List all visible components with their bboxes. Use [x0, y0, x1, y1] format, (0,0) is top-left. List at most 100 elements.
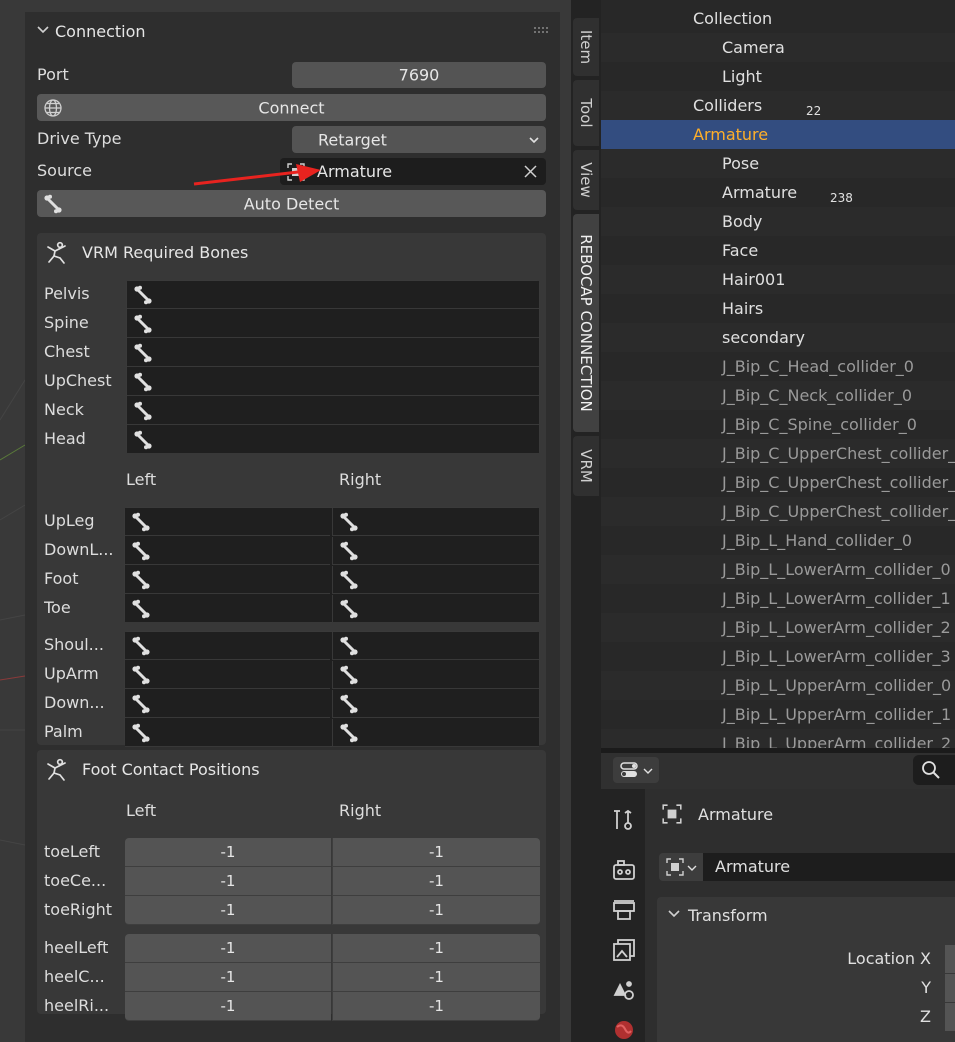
left-bone-field[interactable] [125, 595, 330, 623]
outliner-row[interactable]: J_Bip_L_UpperArm_collider_2 [601, 729, 955, 748]
left-bone-field[interactable] [125, 690, 330, 718]
outliner-row[interactable]: J_Bip_L_UpperArm_collider_1 [601, 700, 955, 729]
port-field[interactable]: 7690 [292, 62, 546, 88]
outliner-row[interactable]: J_Bip_L_LowerArm_collider_0 [601, 555, 955, 584]
outliner-row[interactable]: J_Bip_L_UpperArm_collider_0 [601, 671, 955, 700]
auto-detect-button[interactable]: Auto Detect [37, 190, 546, 217]
bone-field[interactable] [127, 397, 539, 425]
tab-item[interactable]: Item [573, 18, 599, 76]
location-z-field[interactable] [945, 1003, 955, 1031]
left-bone-field[interactable] [125, 661, 330, 689]
collapse-triangle-icon[interactable] [639, 128, 651, 140]
expand-triangle-icon[interactable] [668, 186, 680, 198]
object-browse-button[interactable] [659, 853, 703, 881]
expand-triangle-icon[interactable] [668, 41, 680, 53]
collapse-triangle-icon[interactable] [639, 12, 651, 24]
outliner-row[interactable]: J_Bip_L_LowerArm_collider_2 [601, 613, 955, 642]
outliner-row[interactable]: Colliders 22 [601, 91, 955, 120]
view-layer-properties-icon[interactable] [611, 937, 637, 963]
tab-rebocap-connection[interactable]: REBOCAP CONNECTION [573, 214, 599, 432]
location-y-field[interactable] [945, 974, 955, 1002]
tab-view[interactable]: View [573, 150, 599, 210]
left-bone-field[interactable] [125, 719, 330, 747]
camera-data-icon[interactable] [813, 36, 843, 60]
right-value-field[interactable]: -1 [332, 838, 540, 867]
outliner-row[interactable]: Armature [601, 120, 955, 149]
outliner-row[interactable]: Hairs [601, 294, 955, 323]
left-bone-field[interactable] [125, 632, 330, 660]
expand-triangle-icon[interactable] [668, 273, 680, 285]
bone-field[interactable] [127, 310, 539, 338]
tool-settings-icon[interactable] [611, 807, 637, 833]
outliner-row[interactable]: J_Bip_L_LowerArm_collider_3 [601, 642, 955, 671]
drag-grip-icon[interactable] [534, 26, 548, 34]
outliner-row[interactable]: J_Bip_C_UpperChest_collider_ [601, 497, 955, 526]
chevron-down-icon[interactable] [667, 907, 681, 921]
outliner-row[interactable]: Camera [601, 33, 955, 62]
bone-field[interactable] [127, 281, 539, 309]
outliner-row[interactable]: J_Bip_C_UpperChest_collider_ [601, 468, 955, 497]
expand-triangle-icon[interactable] [668, 215, 680, 227]
drive-type-dropdown[interactable]: Retarget [292, 126, 546, 153]
close-icon[interactable] [523, 164, 538, 179]
outliner-row[interactable]: J_Bip_L_Hand_collider_0 [601, 526, 955, 555]
outliner-row[interactable]: Hair001 [601, 265, 955, 294]
outliner-row[interactable]: J_Bip_C_UpperChest_collider_ [601, 439, 955, 468]
left-value-field[interactable]: -1 [125, 992, 331, 1021]
left-value-field[interactable]: -1 [125, 838, 331, 867]
left-value-field[interactable]: -1 [125, 896, 331, 925]
expand-triangle-icon[interactable] [668, 70, 680, 82]
world-properties-icon[interactable] [611, 1017, 637, 1042]
right-bone-field[interactable] [332, 719, 539, 747]
object-name-field[interactable]: Armature [703, 853, 955, 881]
bone-field[interactable] [127, 368, 539, 396]
tab-tool[interactable]: Tool [573, 80, 599, 146]
left-bone-field[interactable] [125, 566, 330, 594]
outliner-row[interactable]: Body [601, 207, 955, 236]
outliner-row[interactable]: J_Bip_C_Neck_collider_0 [601, 381, 955, 410]
mesh-data-icon[interactable] [852, 210, 876, 234]
wrench-icon[interactable] [796, 210, 820, 234]
bone-field[interactable] [127, 426, 539, 454]
outliner-row[interactable]: Pose [601, 149, 955, 178]
right-value-field[interactable]: -1 [332, 992, 540, 1021]
left-value-field[interactable]: -1 [125, 867, 331, 896]
outliner-row[interactable]: secondary [601, 323, 955, 352]
right-bone-field[interactable] [332, 508, 539, 536]
right-bone-field[interactable] [332, 661, 539, 689]
tab-vrm[interactable]: VRM [573, 436, 599, 496]
right-bone-field[interactable] [332, 690, 539, 718]
right-value-field[interactable]: -1 [332, 963, 540, 992]
expand-triangle-icon[interactable] [668, 244, 680, 256]
outliner-row[interactable]: Armature 238 [601, 178, 955, 207]
render-properties-icon[interactable] [611, 857, 637, 883]
bone-field[interactable] [127, 339, 539, 367]
right-bone-field[interactable] [332, 632, 539, 660]
right-value-field[interactable]: -1 [332, 867, 540, 896]
outliner-row[interactable]: Collection [601, 4, 955, 33]
left-value-field[interactable]: -1 [125, 963, 331, 992]
vertex-groups-icon[interactable] [823, 239, 847, 263]
outliner[interactable]: Collection Camera Light Colliders 22 Armature… [601, 0, 955, 748]
right-bone-field[interactable] [332, 566, 539, 594]
right-value-field[interactable]: -1 [332, 896, 540, 925]
expand-triangle-icon[interactable] [639, 99, 651, 111]
vertex-groups-icon[interactable] [847, 268, 871, 292]
mesh-data-icon[interactable] [852, 239, 876, 263]
search-field[interactable] [913, 755, 955, 785]
left-bone-field[interactable] [125, 508, 330, 536]
right-value-field[interactable]: -1 [332, 934, 540, 963]
outliner-row[interactable]: Light [601, 62, 955, 91]
scene-properties-icon[interactable] [611, 977, 637, 1003]
wrench-icon[interactable] [796, 239, 820, 263]
right-bone-field[interactable] [332, 595, 539, 623]
wrench-icon[interactable] [820, 268, 844, 292]
vertex-groups-icon[interactable] [823, 210, 847, 234]
connect-button[interactable]: Connect [37, 94, 546, 121]
3d-viewport[interactable]: Connection Port 7690 Connect Drive Type … [0, 0, 571, 1042]
mesh-data-icon[interactable] [876, 268, 900, 292]
outliner-row[interactable]: Face [601, 236, 955, 265]
outliner-row[interactable]: J_Bip_C_Spine_collider_0 [601, 410, 955, 439]
editor-type-dropdown[interactable] [613, 757, 659, 783]
light-data-icon[interactable] [794, 65, 818, 89]
